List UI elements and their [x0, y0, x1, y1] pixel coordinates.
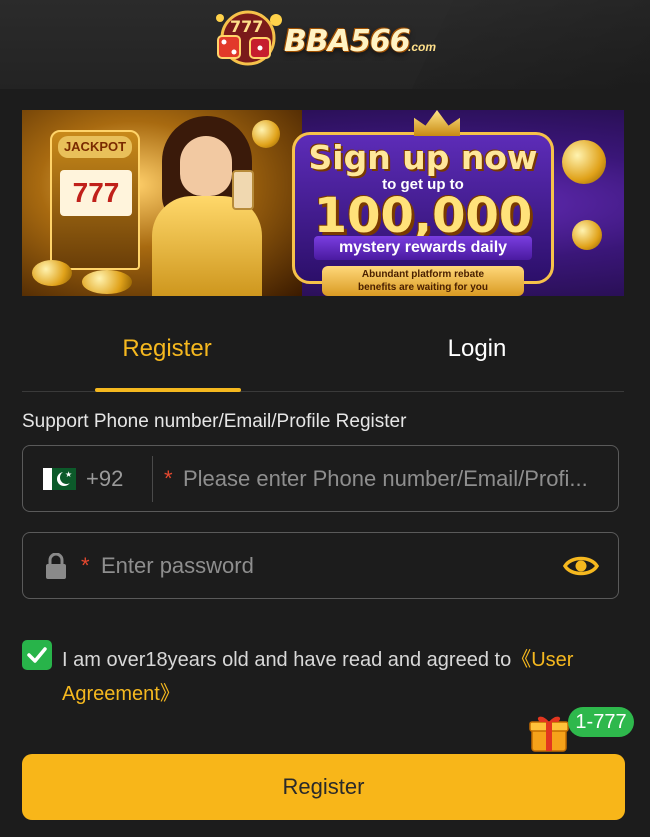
eye-icon[interactable] — [563, 553, 599, 579]
pakistan-flag-icon[interactable]: ★ — [43, 468, 76, 490]
coin-icon — [32, 260, 72, 286]
promo-rebate-line1: Abundant platform rebate — [361, 269, 485, 280]
tab-login[interactable]: Login — [402, 335, 552, 363]
gift-badge[interactable]: 1-777 — [568, 707, 634, 737]
required-mark: * — [164, 466, 173, 491]
register-button[interactable]: Register — [22, 754, 625, 820]
logo-suffix: .com — [408, 40, 437, 54]
slot-jackpot-label: JACKPOT — [58, 136, 132, 158]
slot-machine-illustration: JACKPOT 777 — [50, 130, 140, 270]
country-code[interactable]: +92 — [86, 466, 123, 492]
lock-icon — [46, 553, 66, 579]
svg-text:777: 777 — [230, 17, 263, 36]
agreement-checkbox[interactable] — [22, 640, 52, 670]
promo-headline: Sign up now — [308, 138, 538, 177]
coin-icon — [572, 220, 602, 250]
logo-text: BBA566 — [284, 24, 411, 59]
field-divider — [152, 456, 153, 502]
coin-icon — [562, 140, 606, 184]
password-input[interactable] — [101, 533, 551, 598]
site-logo[interactable]: 777 BBA566 .com — [210, 8, 440, 74]
password-field: * — [22, 532, 619, 599]
promo-rewards: mystery rewards daily — [314, 236, 532, 260]
dice-icon: 777 — [216, 10, 282, 66]
phone-field: ★ +92 * — [22, 445, 619, 512]
phone-input[interactable] — [183, 446, 607, 511]
promo-rebate: Abundant platform rebate benefits are wa… — [322, 266, 524, 296]
auth-tabs: Register Login — [22, 323, 624, 392]
active-tab-indicator — [95, 388, 241, 392]
agreement-statement: I am over18years old and have read and a… — [62, 649, 512, 671]
required-mark: * — [81, 553, 90, 578]
gift-icon[interactable] — [528, 711, 570, 753]
header: 777 BBA566 .com — [0, 0, 650, 89]
promo-banner[interactable]: JACKPOT 777 Sign up now to get up to 100… — [22, 110, 624, 296]
slot-reels: 777 — [60, 170, 132, 216]
crown-icon — [414, 110, 460, 136]
checkmark-icon — [27, 647, 47, 663]
register-hint: Support Phone number/Email/Profile Regis… — [22, 411, 407, 432]
promo-rebate-line2: benefits are waiting for you — [357, 282, 489, 293]
phone-illustration — [232, 170, 254, 210]
agreement-text: I am over18years old and have read and a… — [62, 643, 612, 711]
tab-register[interactable]: Register — [94, 335, 240, 363]
coin-icon — [82, 270, 132, 294]
